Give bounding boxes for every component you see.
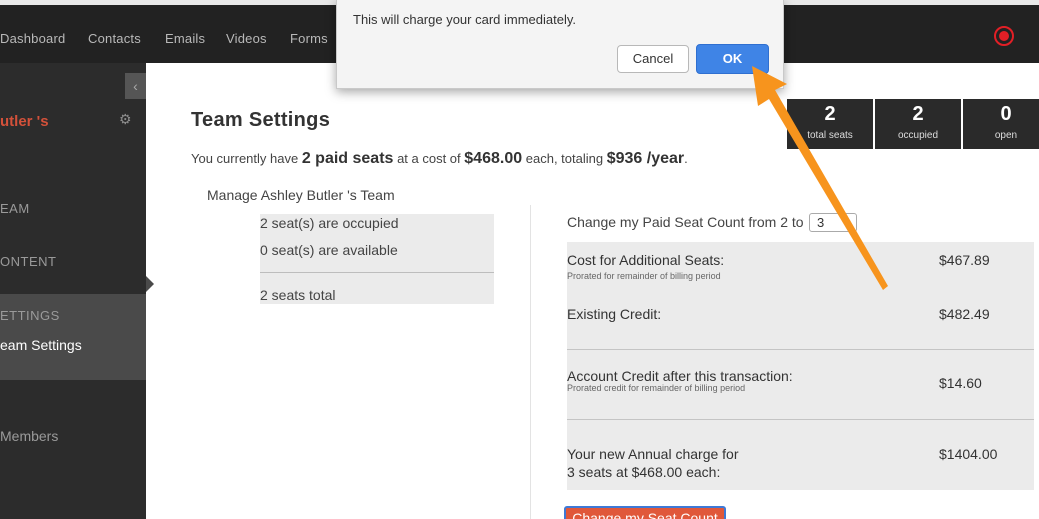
summary-total: $936 /year <box>606 150 685 167</box>
stat-open-value: 0 <box>1000 103 1012 125</box>
ok-button[interactable]: OK <box>696 44 769 74</box>
additional-seats-value: $467.89 <box>939 252 990 268</box>
page-title: Team Settings <box>191 109 331 131</box>
sidebar-item-members[interactable]: Members <box>0 428 58 444</box>
active-indicator-arrow <box>146 276 154 292</box>
additional-seats-label: Cost for Additional Seats: <box>567 252 725 268</box>
sidebar: ‹ utler 's ⚙ EAM ONTENT ETTINGS eam Sett… <box>0 63 146 519</box>
sidebar-team-name: utler 's <box>0 113 49 130</box>
annual-charge-detail: 3 seats at $468.00 each: <box>567 464 721 480</box>
sidebar-item-content[interactable]: ONTENT <box>0 254 56 269</box>
summary-prefix: You currently have <box>191 151 299 166</box>
change-seat-label: Change my Paid Seat Count from 2 to <box>567 214 804 230</box>
additional-seats-note: Prorated for remainder of billing period <box>567 271 721 281</box>
record-icon[interactable] <box>994 26 1014 46</box>
gear-icon[interactable]: ⚙ <box>119 112 133 126</box>
nav-dashboard[interactable]: Dashboard <box>0 31 65 46</box>
annual-charge-label: Your new Annual charge for <box>567 446 739 462</box>
sidebar-settings-group: ETTINGS eam Settings <box>0 294 146 380</box>
cost-divider <box>567 349 1034 350</box>
summary-suffix: . <box>684 151 688 166</box>
stat-total-label: total seats <box>807 130 853 141</box>
nav-contacts[interactable]: Contacts <box>88 31 141 46</box>
available-count: 0 seat(s) are available <box>260 242 398 258</box>
nav-emails[interactable]: Emails <box>165 31 205 46</box>
stat-open: 0 open <box>963 99 1039 149</box>
summary-cost: $468.00 <box>464 150 523 167</box>
cost-divider <box>567 419 1034 420</box>
stat-total-value: 2 <box>824 103 836 125</box>
credit-after-label: Account Credit after this transaction: <box>567 368 793 384</box>
manage-team-title: Manage Ashley Butler 's Team <box>207 187 395 203</box>
sidebar-settings-label: ETTINGS <box>0 308 60 323</box>
stat-occupied: 2 occupied <box>875 99 961 149</box>
summary-cost-prefix: at a cost of <box>397 151 461 166</box>
seat-stats-panel: 2 total seats 2 occupied 0 open <box>787 99 1039 149</box>
credit-after-note: Prorated credit for remainder of billing… <box>567 383 746 393</box>
occupancy-box: 2 seat(s) are occupied 0 seat(s) are ava… <box>260 214 494 304</box>
cost-breakdown: Cost for Additional Seats: Prorated for … <box>567 242 1034 490</box>
sidebar-item-team[interactable]: EAM <box>0 201 30 216</box>
existing-credit-label: Existing Credit: <box>567 306 662 322</box>
credit-after-value: $14.60 <box>939 375 982 391</box>
seat-count-select[interactable]: 3 <box>809 213 857 232</box>
summary-each-totaling: each, totaling <box>525 151 604 166</box>
occupied-count: 2 seat(s) are occupied <box>260 215 399 231</box>
stat-occupied-label: occupied <box>897 130 939 141</box>
total-count: 2 seats total <box>260 287 336 303</box>
dialog-message: This will charge your card immediately. <box>353 12 576 27</box>
summary-seats: 2 paid seats <box>301 150 394 167</box>
existing-credit-value: $482.49 <box>939 306 990 322</box>
seat-summary: You currently have 2 paid seats at a cos… <box>191 150 688 168</box>
occupancy-divider <box>260 272 494 273</box>
column-divider <box>530 205 531 519</box>
chevron-left-icon[interactable]: ‹ <box>125 73 146 99</box>
stat-occupied-value: 2 <box>912 103 924 125</box>
confirm-dialog: This will charge your card immediately. … <box>336 0 784 89</box>
nav-videos[interactable]: Videos <box>226 31 267 46</box>
annual-charge-value: $1404.00 <box>939 446 998 462</box>
sidebar-item-team-settings[interactable]: eam Settings <box>0 337 82 353</box>
stat-total-seats: 2 total seats <box>787 99 873 149</box>
stat-open-label: open <box>994 130 1018 141</box>
nav-forms[interactable]: Forms <box>290 31 328 46</box>
cancel-button[interactable]: Cancel <box>617 45 689 73</box>
change-seat-count-button[interactable]: Change my Seat Count <box>564 506 726 519</box>
